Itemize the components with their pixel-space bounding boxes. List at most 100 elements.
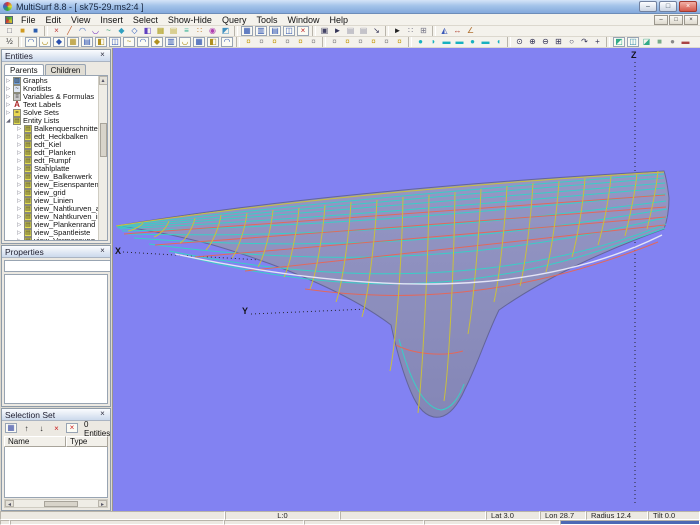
- fair-tool-icon[interactable]: ~: [123, 37, 135, 47]
- tree-expander-icon[interactable]: ▷: [6, 93, 13, 101]
- menu-file[interactable]: File: [16, 15, 41, 25]
- zoom-in-icon[interactable]: ⊕: [526, 37, 539, 48]
- display-render-icon[interactable]: ◖: [492, 37, 505, 48]
- shade-mode-icon[interactable]: ◩: [613, 37, 625, 47]
- offset-tool-icon[interactable]: ◠: [25, 37, 37, 47]
- tree-expander-icon[interactable]: ▷: [6, 77, 13, 85]
- hull-model-canvas[interactable]: [113, 48, 700, 511]
- insert-solid-icon[interactable]: ◧: [141, 26, 154, 37]
- tree-expander-icon[interactable]: ◢: [6, 117, 13, 125]
- tab-parents[interactable]: Parents: [4, 64, 44, 75]
- tree-expander-icon[interactable]: ▷: [17, 141, 24, 149]
- select-by-list-icon[interactable]: ▤: [344, 26, 357, 37]
- insert-knotlist-icon[interactable]: ∷: [193, 26, 206, 37]
- curve-tool-icon[interactable]: ◡: [39, 37, 51, 47]
- tree-expander-icon[interactable]: ▷: [17, 181, 24, 189]
- mdi-restore-button[interactable]: □: [669, 15, 683, 25]
- blend-tool-icon[interactable]: ◆: [151, 37, 163, 47]
- fraction-display-icon[interactable]: ½: [3, 37, 16, 48]
- hidden-line-mode-icon[interactable]: ◪: [640, 37, 653, 48]
- insert-snake-icon[interactable]: ~: [102, 26, 115, 37]
- surface-tool-icon[interactable]: ◆: [53, 37, 65, 47]
- trim-tool-icon[interactable]: ◧: [95, 37, 107, 47]
- selection-grid-view-icon[interactable]: ▦: [5, 423, 17, 433]
- properties-close-icon[interactable]: ×: [98, 247, 107, 256]
- mdi-minimize-button[interactable]: –: [654, 15, 668, 25]
- net-tool-icon[interactable]: ▦: [193, 37, 205, 47]
- insert-bcurve-icon[interactable]: ◡: [89, 26, 102, 37]
- insert-relabel-icon[interactable]: ◉: [206, 26, 219, 37]
- tree-expander-icon[interactable]: ▷: [17, 221, 24, 229]
- menu-tools[interactable]: Tools: [251, 15, 282, 25]
- minimize-button[interactable]: –: [639, 1, 657, 12]
- display-mesh-icon[interactable]: ▬: [453, 37, 466, 48]
- tree-expander-icon[interactable]: ▷: [17, 197, 24, 205]
- menu-help[interactable]: Help: [325, 15, 354, 25]
- hide-labels-icon[interactable]: ¤: [367, 37, 380, 48]
- pointer-mode-icon[interactable]: ►: [391, 26, 404, 37]
- hide-all-icon[interactable]: ¤: [393, 37, 406, 48]
- menu-edit[interactable]: Edit: [41, 15, 67, 25]
- show-surfaces-icon[interactable]: ¤: [268, 37, 281, 48]
- tree-item-graphs[interactable]: ▷ ▥ Graphs: [6, 77, 97, 85]
- window-close-view-icon[interactable]: ×: [297, 26, 309, 36]
- close-button[interactable]: ×: [679, 1, 697, 12]
- properties-entity-input[interactable]: [4, 260, 111, 272]
- tree-expander-icon[interactable]: ▷: [6, 109, 13, 117]
- tree-expander-icon[interactable]: ▷: [17, 157, 24, 165]
- join-tool-icon[interactable]: ◫: [109, 37, 121, 47]
- tree-expander-icon[interactable]: ▷: [17, 237, 24, 241]
- show-all-icon[interactable]: ¤: [307, 37, 320, 48]
- menu-query[interactable]: Query: [217, 15, 252, 25]
- display-contour-icon[interactable]: ●: [466, 37, 479, 48]
- column-header-name[interactable]: Name: [4, 436, 66, 447]
- select-pointer-icon[interactable]: ►: [331, 26, 344, 37]
- column-header-type[interactable]: Type: [66, 436, 108, 447]
- maximize-button[interactable]: □: [659, 1, 677, 12]
- entities-tree-scrollbar[interactable]: ▴: [98, 76, 107, 240]
- texture-mode-icon[interactable]: ■: [653, 37, 666, 48]
- mesh-tool-icon[interactable]: ▦: [67, 37, 79, 47]
- tree-expander-icon[interactable]: ▷: [17, 213, 24, 221]
- show-selected-icon[interactable]: ¤: [294, 37, 307, 48]
- plate-tool-icon[interactable]: ▤: [81, 37, 93, 47]
- display-section-icon[interactable]: ▬: [479, 37, 492, 48]
- open-file-icon[interactable]: ■: [16, 26, 29, 37]
- insert-point-icon[interactable]: ×: [50, 26, 63, 37]
- insert-arc-icon[interactable]: ◠: [76, 26, 89, 37]
- tree-expander-icon[interactable]: ▷: [17, 165, 24, 173]
- show-curves-icon[interactable]: ¤: [255, 37, 268, 48]
- tree-expander-icon[interactable]: ▷: [17, 125, 24, 133]
- hide-curves-icon[interactable]: ¤: [341, 37, 354, 48]
- perspective-mode-icon[interactable]: ●: [666, 37, 679, 48]
- show-labels-icon[interactable]: ¤: [281, 37, 294, 48]
- tab-children[interactable]: Children: [45, 64, 87, 75]
- selection-move-up-icon[interactable]: ↑: [20, 423, 33, 434]
- selection-list[interactable]: [4, 447, 108, 498]
- tree-expander-icon[interactable]: ▷: [17, 229, 24, 237]
- rotate-view-icon[interactable]: ↷: [578, 37, 591, 48]
- grid-snap-icon[interactable]: ∷: [404, 26, 417, 37]
- zoom-out-icon[interactable]: ⊖: [539, 37, 552, 48]
- display-flat-icon[interactable]: ▬: [440, 37, 453, 48]
- magnify-select-icon[interactable]: ⊙: [513, 37, 526, 48]
- show-points-icon[interactable]: ¤: [242, 37, 255, 48]
- tree-expander-icon[interactable]: ▷: [6, 101, 13, 109]
- window-3d-view-icon[interactable]: ◫: [283, 26, 295, 36]
- ruled-tool-icon[interactable]: ▥: [165, 37, 177, 47]
- merge-tool-icon[interactable]: ◠: [221, 37, 233, 47]
- display-curvature-icon[interactable]: ●: [414, 37, 427, 48]
- menu-show-hide[interactable]: Show-Hide: [163, 15, 217, 25]
- save-icon[interactable]: ■: [29, 26, 42, 37]
- angle-icon[interactable]: ∠: [464, 26, 477, 37]
- selection-move-down-icon[interactable]: ↓: [35, 423, 48, 434]
- menu-select[interactable]: Select: [128, 15, 163, 25]
- scroll-left-icon[interactable]: ◂: [5, 500, 14, 507]
- distance-icon[interactable]: ↔: [451, 26, 464, 37]
- selection-close-icon[interactable]: ×: [98, 410, 107, 419]
- window-profile-view-icon[interactable]: ▥: [255, 26, 267, 36]
- scroll-thumb[interactable]: [100, 123, 107, 157]
- scroll-thumb[interactable]: [44, 501, 78, 507]
- menu-window[interactable]: Window: [282, 15, 324, 25]
- window-plan-view-icon[interactable]: ▦: [241, 26, 253, 36]
